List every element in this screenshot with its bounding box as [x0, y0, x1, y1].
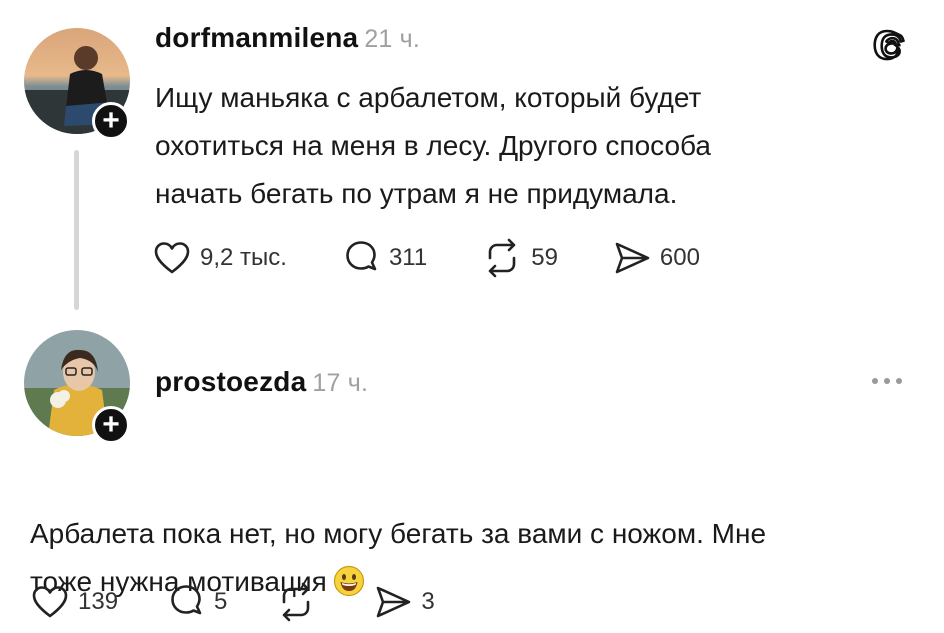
follow-plus-icon[interactable]: +	[92, 102, 130, 140]
username[interactable]: dorfmanmilena	[155, 22, 358, 53]
repost-count: 59	[531, 244, 558, 271]
post-header: dorfmanmilena 21 ч.	[155, 22, 420, 54]
reply-count: 311	[388, 244, 428, 271]
thread-connector-line	[74, 150, 79, 310]
share-button[interactable]: 600	[612, 238, 700, 278]
share-count: 3	[421, 588, 435, 615]
repost-button[interactable]: 59	[481, 238, 558, 278]
more-dots-icon[interactable]	[872, 378, 902, 384]
send-icon	[615, 242, 650, 274]
like-button[interactable]: 139	[30, 582, 118, 622]
like-count: 139	[78, 588, 119, 615]
reply-button[interactable]: 5	[166, 582, 227, 622]
heart-icon	[154, 242, 190, 274]
comment-icon	[346, 241, 377, 271]
follow-plus-icon[interactable]: +	[92, 406, 130, 444]
repost-button[interactable]	[275, 582, 325, 622]
post-time: 17 ч.	[312, 369, 369, 397]
repost-icon	[488, 238, 516, 278]
comment-icon	[171, 585, 202, 615]
like-button[interactable]: 9,2 тыс.	[152, 238, 287, 278]
threads-logo-icon[interactable]	[872, 28, 910, 66]
like-count: 9,2 тыс.	[200, 244, 287, 271]
reply-count: 5	[214, 588, 228, 615]
post-time: 21 ч.	[364, 25, 421, 53]
heart-icon	[32, 586, 68, 618]
reply-actions: 139 5 3	[30, 582, 435, 622]
reply-header: prostoezda 17 ч.	[155, 366, 368, 398]
dot	[872, 378, 878, 384]
post-actions: 9,2 тыс. 311 59 600	[152, 238, 700, 278]
send-icon	[377, 586, 411, 618]
reply-button[interactable]: 311	[341, 238, 427, 278]
share-count: 600	[659, 244, 700, 271]
username[interactable]: prostoezda	[155, 366, 306, 397]
post-text: Ищу маньяка с арбалетом, который будет о…	[155, 82, 712, 209]
dot	[884, 378, 890, 384]
repost-icon	[283, 582, 310, 622]
dot	[896, 378, 902, 384]
share-button[interactable]: 3	[373, 582, 435, 622]
